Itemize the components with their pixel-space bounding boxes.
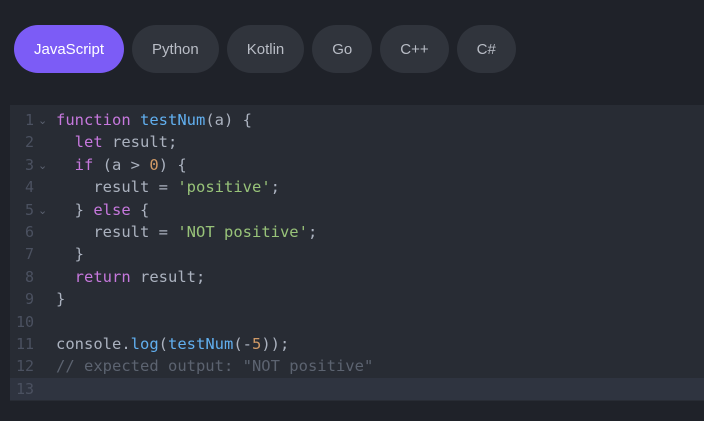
line-code: } else {	[56, 199, 150, 221]
code-line[interactable]: 1 ⌄ function testNum(a) {	[10, 109, 704, 131]
code-line[interactable]: 7 }	[10, 243, 704, 265]
line-gutter: 12	[10, 355, 56, 377]
tab-python[interactable]: Python	[132, 25, 219, 73]
code-token: (a >	[93, 155, 150, 174]
tab-csharp[interactable]: C#	[456, 25, 516, 73]
code-token: result;	[102, 133, 178, 152]
tab-javascript[interactable]: JavaScript	[14, 25, 125, 73]
code-token: result =	[56, 178, 178, 197]
line-number: 11	[15, 334, 34, 353]
line-number: 12	[15, 357, 34, 376]
code-token: 0	[149, 155, 159, 174]
code-token: (-	[233, 334, 252, 353]
tab-cplusplus[interactable]: C++	[380, 25, 449, 73]
line-gutter: 1 ⌄	[10, 109, 56, 131]
language-tabs: JavaScript Python Kotlin Go C++ C#	[14, 25, 516, 73]
code-line[interactable]: 6 result = 'NOT positive';	[10, 221, 704, 243]
code-token: 'positive'	[177, 178, 271, 197]
code-line[interactable]: 9}	[10, 288, 704, 310]
line-number: 13	[15, 379, 34, 398]
line-code: if (a > 0) {	[56, 154, 187, 176]
tab-go[interactable]: Go	[312, 25, 373, 73]
code-token: 'NOT positive'	[177, 222, 308, 241]
code-token: ;	[270, 178, 280, 197]
code-token: }	[56, 245, 84, 264]
code-token: function	[56, 111, 131, 129]
line-gutter: 5 ⌄	[10, 199, 56, 221]
code-token: result;	[130, 267, 206, 286]
code-token: log	[130, 334, 159, 353]
line-gutter: 6	[10, 221, 56, 243]
line-gutter: 13	[10, 378, 56, 400]
code-line[interactable]: 4 result = 'positive';	[10, 176, 704, 198]
line-gutter: 7	[10, 243, 56, 265]
code-token: }	[56, 290, 66, 309]
code-token: if	[74, 155, 94, 174]
code-token: (a) {	[205, 111, 252, 129]
code-line[interactable]: 5 ⌄ } else {	[10, 199, 704, 221]
line-gutter: 4	[10, 176, 56, 198]
line-number: 3	[24, 155, 34, 174]
fold-chevron-icon[interactable]: ⌄	[38, 155, 47, 177]
code-token: else	[93, 200, 131, 219]
line-number: 5	[24, 200, 34, 219]
line-code: let result;	[56, 131, 178, 153]
line-number: 6	[24, 222, 34, 241]
code-token: 5	[252, 334, 262, 353]
line-gutter: 11	[10, 333, 56, 355]
code-line[interactable]: 3 ⌄ if (a > 0) {	[10, 154, 704, 176]
line-number: 8	[24, 267, 34, 286]
line-gutter: 9	[10, 288, 56, 310]
code-token: result =	[56, 222, 178, 241]
fold-chevron-icon[interactable]: ⌄	[38, 200, 47, 222]
line-code: }	[56, 243, 84, 265]
line-gutter: 8	[10, 266, 56, 288]
line-number: 7	[24, 245, 34, 264]
line-number: 9	[24, 290, 34, 309]
code-token: testNum	[168, 334, 234, 353]
code-token: (	[158, 334, 168, 353]
line-code: console.log(testNum(-5));	[56, 333, 289, 355]
code-token: ;	[307, 222, 318, 241]
code-token: console.	[56, 334, 131, 353]
code-line[interactable]: 13	[10, 377, 704, 401]
code-token: // expected output: "NOT positive"	[56, 357, 374, 376]
code-token: return	[74, 267, 131, 286]
code-line[interactable]: 12 // expected output: "NOT positive"	[10, 355, 704, 377]
line-code: function testNum(a) {	[56, 109, 252, 131]
line-number: 10	[15, 312, 34, 331]
line-number: 4	[24, 178, 34, 197]
line-code: result = 'positive';	[56, 176, 280, 198]
line-code: }	[56, 288, 65, 310]
line-number: 1	[24, 111, 34, 129]
tab-kotlin[interactable]: Kotlin	[226, 25, 305, 73]
line-gutter: 10	[10, 311, 56, 333]
code-token: }	[56, 200, 94, 219]
code-token: ) {	[158, 155, 187, 174]
fold-chevron-icon[interactable]: ⌄	[38, 110, 47, 132]
line-gutter: 2	[10, 131, 56, 153]
code-line[interactable]: 11 console.log(testNum(-5));	[10, 333, 704, 355]
code-editor[interactable]: 1 ⌄ function testNum(a) {2 let result; 3 ⌄ i…	[10, 105, 704, 401]
code-line[interactable]: 8 return result;	[10, 266, 704, 288]
line-code: // expected output: "NOT positive"	[56, 355, 373, 377]
code-token: {	[130, 200, 150, 219]
code-line[interactable]: 2 let result;	[10, 131, 704, 153]
line-number: 2	[24, 133, 34, 152]
code-token: let	[74, 133, 103, 152]
line-code: result = 'NOT positive';	[56, 221, 317, 243]
line-gutter: 3 ⌄	[10, 154, 56, 176]
code-token: testNum	[140, 111, 206, 129]
code-line[interactable]: 10	[10, 311, 704, 333]
code-token: ));	[261, 334, 290, 353]
line-code: return result;	[56, 266, 206, 288]
